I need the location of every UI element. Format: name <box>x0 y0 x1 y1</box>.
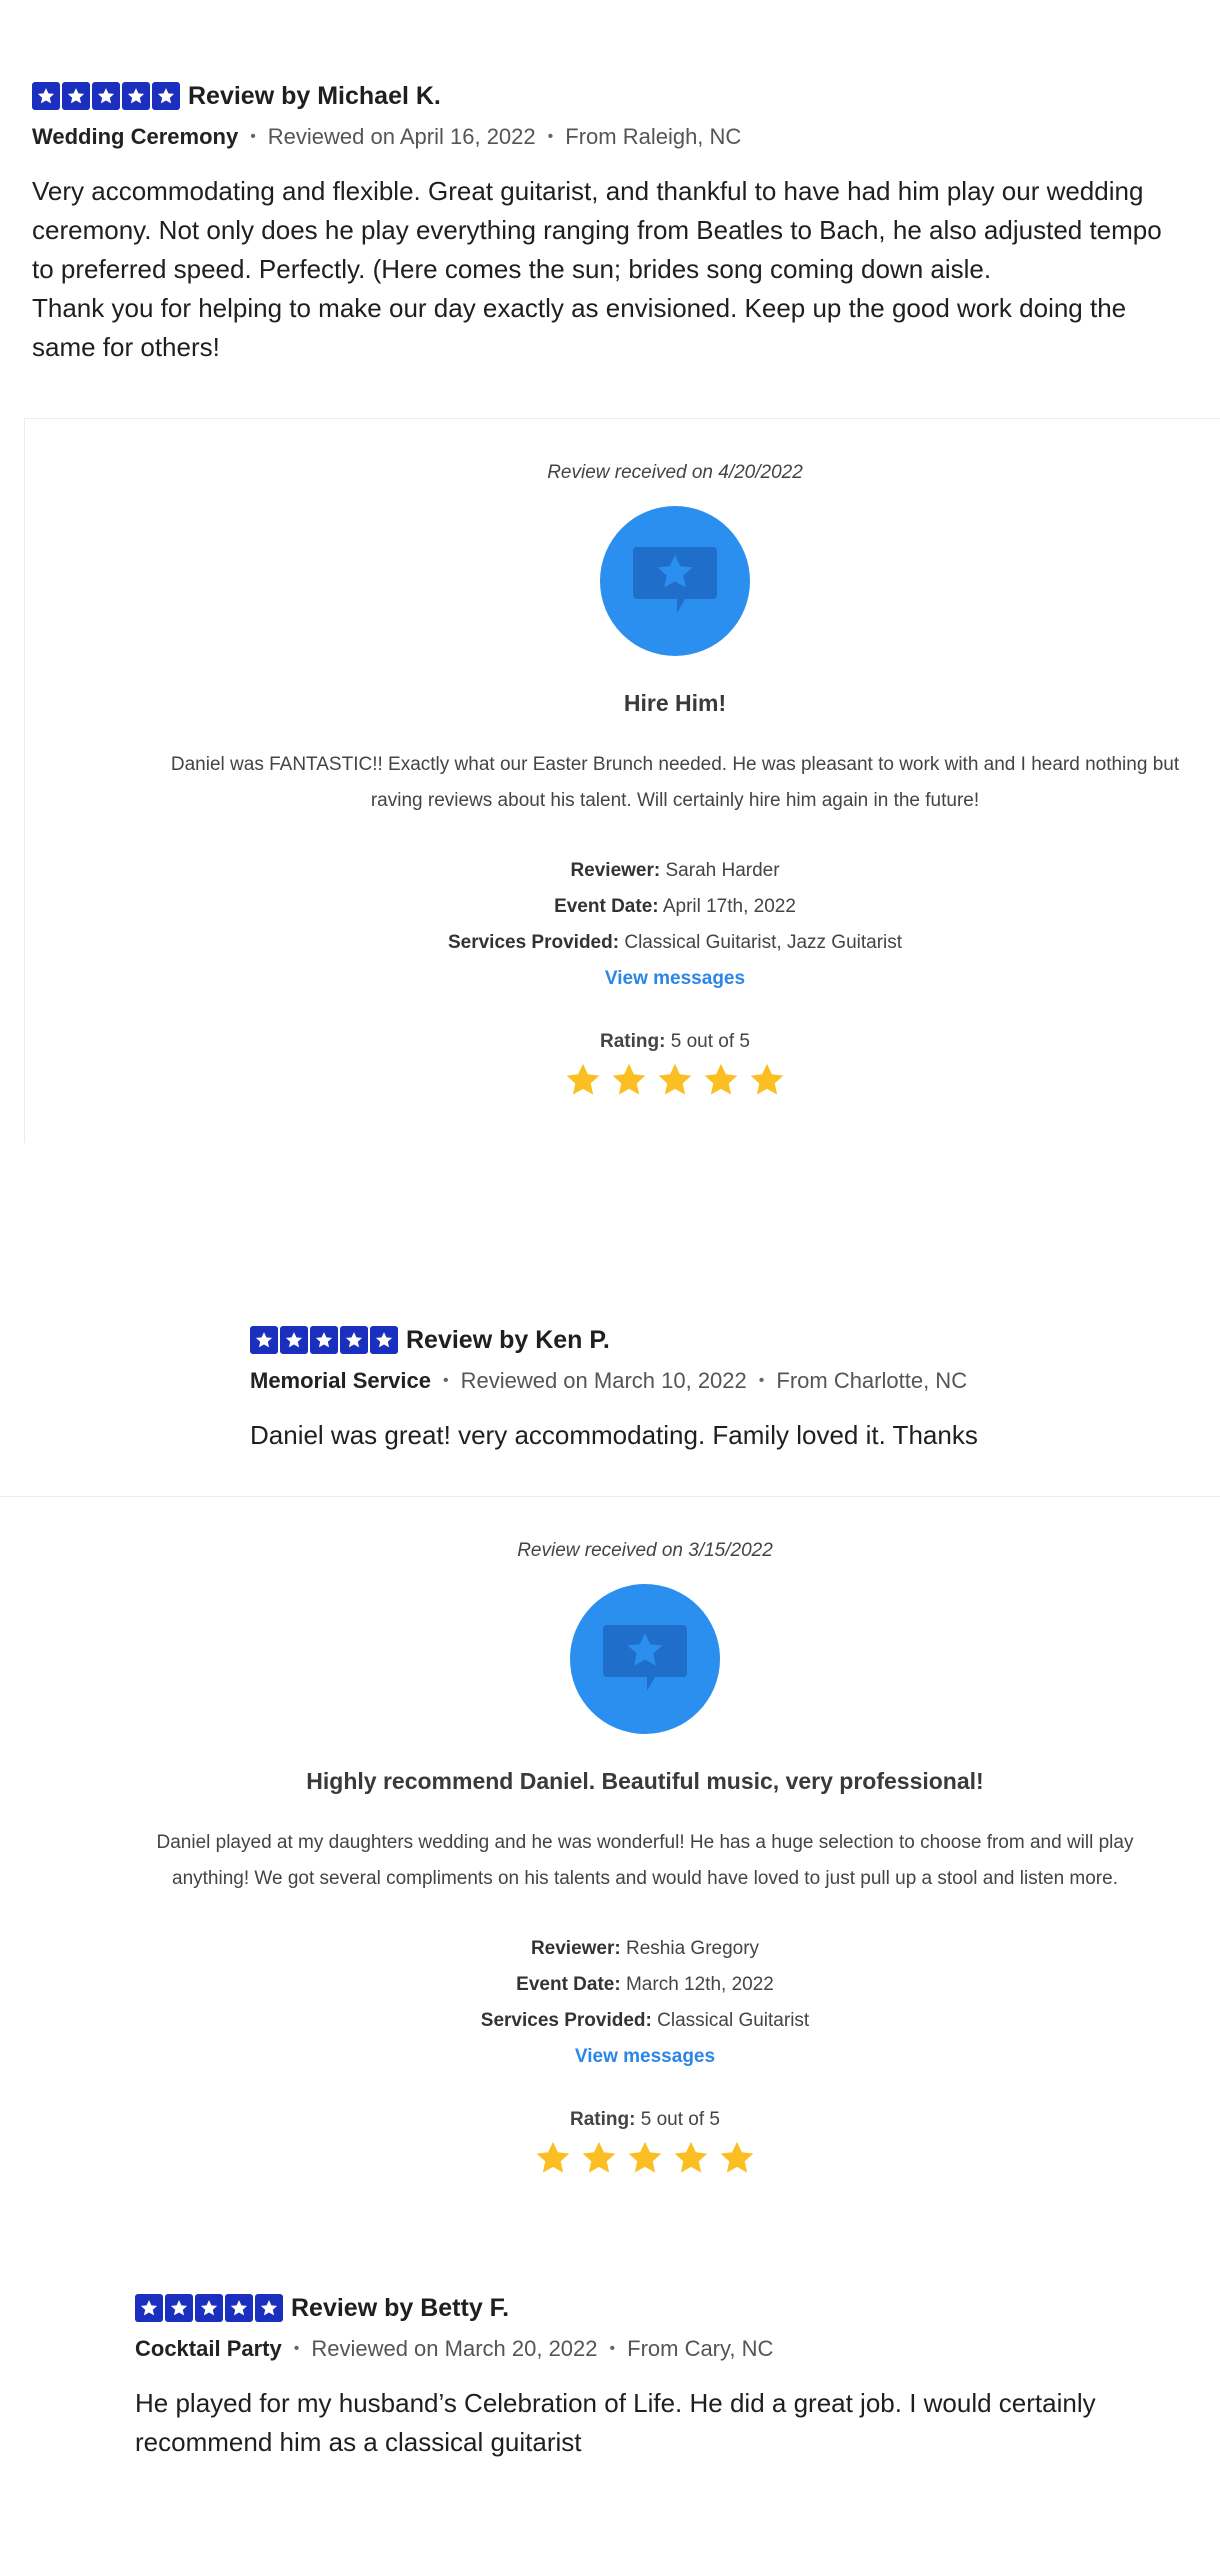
star-icon <box>195 2294 223 2322</box>
panel-left-border <box>24 418 25 1143</box>
review-title: Review by Betty F. <box>291 2293 510 2322</box>
review-date: Reviewed on March 20, 2022 <box>311 2336 598 2361</box>
review-text: Daniel was great! very accommodating. Fa… <box>250 1420 978 1450</box>
separator-dot: • <box>609 2340 616 2357</box>
separator-dot: • <box>293 2340 300 2357</box>
review-star-bubble-icon <box>603 1625 687 1691</box>
response-title: Hire Him! <box>623 690 727 716</box>
review-location: From Cary, NC <box>627 2336 774 2361</box>
gold-star-icon <box>704 1063 738 1095</box>
gold-star-icon <box>536 2141 570 2173</box>
star-icon <box>280 1326 308 1354</box>
review-michael: Review by Michael K. Wedding Ceremony • … <box>32 78 1182 367</box>
event-category: Memorial Service <box>250 1368 431 1393</box>
response-text: Daniel played at my daughters wedding an… <box>156 1832 1134 1889</box>
rating-text: 5 out of 5 <box>640 2109 720 2130</box>
services-row: Services Provided: Classical Guitarist <box>480 2010 810 2031</box>
panel-top-border <box>24 418 1220 419</box>
response-text: Daniel was FANTASTIC!! Exactly what our … <box>170 754 1180 811</box>
review-title: Review by Michael K. <box>188 81 441 110</box>
star-icon <box>250 1326 278 1354</box>
review-date: Reviewed on March 10, 2022 <box>460 1368 747 1393</box>
services: Classical Guitarist <box>657 2010 810 2031</box>
gold-star-rating <box>70 2139 1220 2177</box>
panel-top-border <box>0 1496 1220 1497</box>
rating-text: 5 out of 5 <box>670 1031 750 1052</box>
separator-dot: • <box>250 128 256 145</box>
rating-row: Rating: 5 out of 5 <box>570 2109 720 2130</box>
review-header: Review by Michael K. <box>32 78 1182 114</box>
review-body: Daniel was great! very accommodating. Fa… <box>250 1416 1180 1455</box>
gold-star-icon <box>674 2141 708 2173</box>
event-category: Wedding Ceremony <box>32 124 239 149</box>
review-header: Review by Betty F. <box>135 2290 1195 2326</box>
review-meta: Cocktail Party • Reviewed on March 20, 2… <box>135 2336 1195 2362</box>
view-messages-link[interactable]: View messages <box>70 2039 1220 2075</box>
event-category: Cocktail Party <box>135 2336 282 2361</box>
review-text: Thank you for helping to make our day ex… <box>32 293 1127 362</box>
separator-dot: • <box>442 1372 449 1389</box>
event-date-row: Event Date: March 12th, 2022 <box>516 1974 774 1995</box>
star-icon <box>165 2294 193 2322</box>
star-icon <box>340 1326 368 1354</box>
services: Classical Guitarist, Jazz Guitarist <box>624 932 903 953</box>
received-date: Review received on 4/20/2022 <box>547 462 803 483</box>
star-icon <box>255 2294 283 2322</box>
review-badge <box>570 1584 720 1734</box>
rating-row: Rating: 5 out of 5 <box>600 1031 750 1052</box>
gold-star-icon <box>720 2141 754 2173</box>
response-panel: Review received on 3/15/2022 Highly reco… <box>70 1540 1220 2177</box>
response-panel: Review received on 4/20/2022 Hire Him! D… <box>100 462 1220 1099</box>
gold-star-icon <box>750 1063 784 1095</box>
gold-star-rating <box>100 1061 1220 1099</box>
separator-dot: • <box>758 1372 765 1389</box>
event-date-row: Event Date: April 17th, 2022 <box>554 896 796 917</box>
review-star-bubble-icon <box>633 547 717 613</box>
review-body: He played for my husband’s Celebration o… <box>135 2384 1195 2462</box>
five-star-rating <box>250 1326 398 1354</box>
review-location: From Charlotte, NC <box>776 1368 968 1393</box>
star-icon <box>122 82 150 110</box>
star-icon <box>135 2294 163 2322</box>
event-date: March 12th, 2022 <box>625 1974 774 1995</box>
review-location: From Raleigh, NC <box>565 124 742 149</box>
gold-star-icon <box>566 1063 600 1095</box>
review-header: Review by Ken P. <box>250 1322 1180 1358</box>
reviewer-name: Reshia Gregory <box>626 1938 760 1959</box>
review-meta: Memorial Service • Reviewed on March 10,… <box>250 1368 1180 1394</box>
services-row: Services Provided: Classical Guitarist, … <box>447 932 903 953</box>
gold-star-icon <box>628 2141 662 2173</box>
separator-dot: • <box>547 128 554 145</box>
star-icon <box>92 82 120 110</box>
gold-star-icon <box>582 2141 616 2173</box>
received-date: Review received on 3/15/2022 <box>517 1540 773 1561</box>
review-betty: Review by Betty F. Cocktail Party • Revi… <box>135 2290 1195 2462</box>
view-messages-link[interactable]: View messages <box>100 961 1220 997</box>
reviewer-name: Sarah Harder <box>665 860 780 881</box>
review-title: Review by Ken P. <box>406 1325 610 1354</box>
review-ken: Review by Ken P. Memorial Service • Revi… <box>250 1322 1180 1455</box>
review-meta: Wedding Ceremony • Reviewed on April 16,… <box>32 124 1182 150</box>
star-icon <box>225 2294 253 2322</box>
review-text: He played for my husband’s Celebration o… <box>135 2388 1096 2457</box>
review-body: Very accommodating and flexible. Great g… <box>32 172 1182 367</box>
star-icon <box>370 1326 398 1354</box>
star-icon <box>152 82 180 110</box>
reviewer-row: Reviewer: Sarah Harder <box>570 860 780 881</box>
review-date: Reviewed on April 16, 2022 <box>267 124 536 149</box>
star-icon <box>32 82 60 110</box>
gold-star-icon <box>658 1063 692 1095</box>
star-icon <box>62 82 90 110</box>
event-date: April 17th, 2022 <box>662 896 796 917</box>
five-star-rating <box>135 2294 283 2322</box>
response-title: Highly recommend Daniel. Beautiful music… <box>306 1768 984 1794</box>
review-badge <box>600 506 750 656</box>
reviewer-row: Reviewer: Reshia Gregory <box>530 1938 760 1959</box>
review-text: Very accommodating and flexible. Great g… <box>32 176 1162 284</box>
star-icon <box>310 1326 338 1354</box>
gold-star-icon <box>612 1063 646 1095</box>
five-star-rating <box>32 82 180 110</box>
